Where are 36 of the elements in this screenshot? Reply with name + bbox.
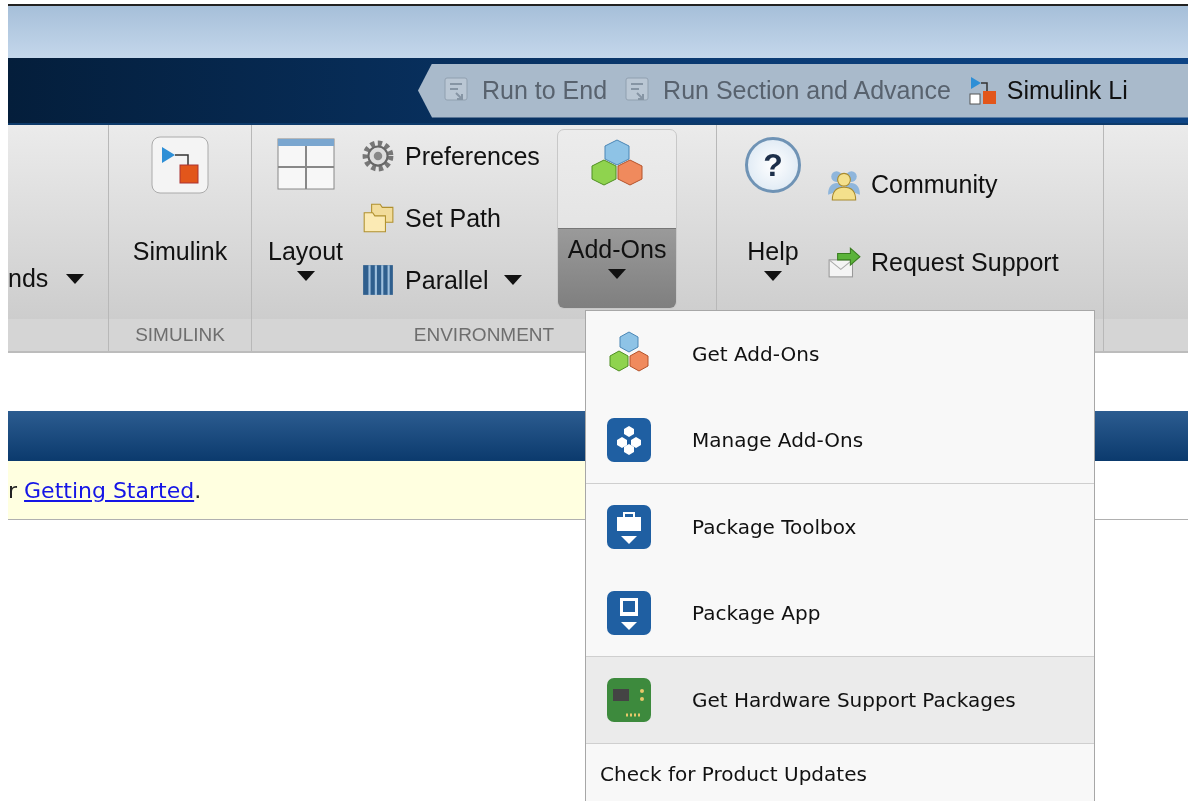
- add-ons-button[interactable]: Add-Ons: [557, 129, 678, 309]
- circuit-board-icon: [606, 677, 652, 723]
- toolbar-button[interactable]: Preferences: [361, 139, 550, 173]
- gear-icon: [361, 139, 396, 173]
- envelope-arrow-icon: [827, 245, 861, 279]
- caret-icon: [296, 271, 315, 281]
- quick-access-button[interactable]: Simulink Li: [966, 74, 1128, 107]
- menu-item[interactable]: Package App: [586, 570, 1094, 656]
- help-button[interactable]: ? Help: [737, 125, 809, 305]
- simulink-button[interactable]: Simulink: [126, 125, 234, 305]
- caret-icon: [764, 271, 782, 281]
- caret-icon: [66, 273, 85, 284]
- toolbar-button[interactable]: nds: [8, 264, 85, 293]
- folders-icon: [361, 201, 396, 235]
- section-label: SIMULINK: [134, 323, 226, 347]
- toolbar-button[interactable]: Parallel: [361, 263, 550, 297]
- menu-item[interactable]: Get Hardware Support Packages: [586, 657, 1094, 743]
- cubes-icon: [606, 417, 652, 463]
- caret-icon: [504, 275, 523, 285]
- toolbox-download-icon: [606, 504, 652, 550]
- toolbar-button[interactable]: Set Path: [361, 201, 550, 235]
- layout-button[interactable]: Layout: [262, 125, 350, 305]
- menu-item[interactable]: Check for Product Updates: [586, 744, 1094, 801]
- menu-item[interactable]: Get Add-Ons: [586, 311, 1094, 397]
- simulink-icon: [150, 135, 210, 195]
- help-icon: ?: [745, 137, 801, 193]
- section-label: ENVIRONMENT: [412, 323, 556, 347]
- caret-icon: [608, 269, 627, 279]
- getting-started-link[interactable]: Getting Started: [24, 477, 195, 503]
- menu-item[interactable]: Manage Add-Ons: [586, 397, 1094, 483]
- toolbar-button[interactable]: Community: [827, 167, 1089, 201]
- toolbar-button[interactable]: Request Support: [827, 245, 1089, 279]
- simulink-icon: [966, 74, 999, 107]
- menu-item[interactable]: Package Toolbox: [586, 484, 1094, 570]
- monitor-download-icon: [606, 590, 652, 636]
- banner-text: r Getting Started.: [8, 477, 202, 503]
